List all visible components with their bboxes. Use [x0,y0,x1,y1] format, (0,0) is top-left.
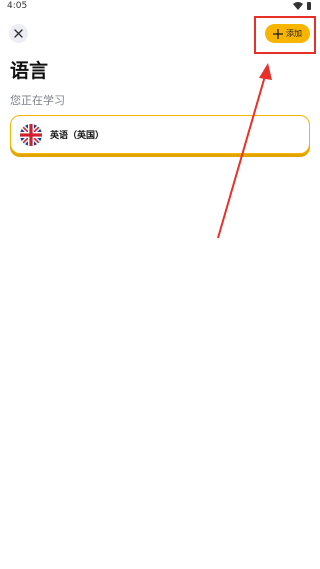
annotation-arrow [217,63,272,239]
